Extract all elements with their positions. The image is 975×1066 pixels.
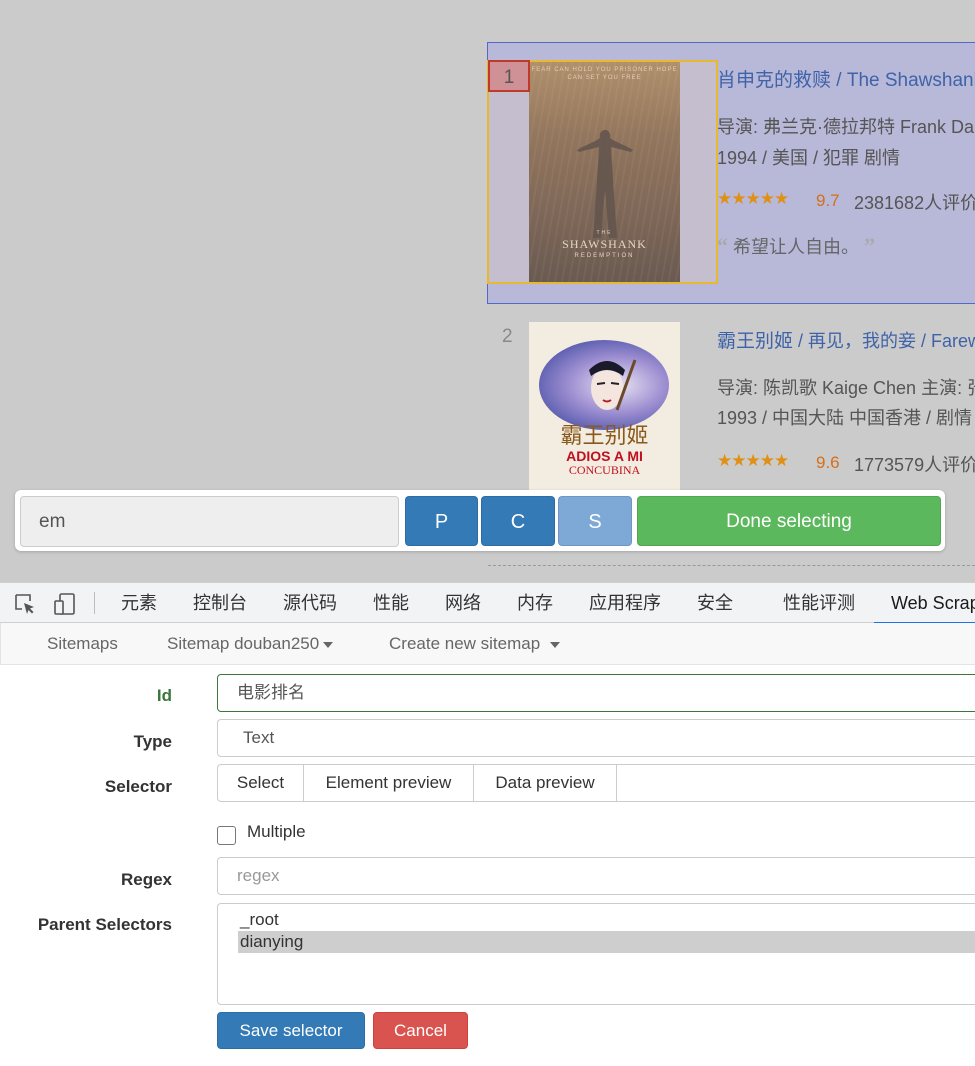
movie-title: 霸王别姬 (717, 331, 794, 352)
parent-selectors-multiselect[interactable]: _root dianying (217, 903, 975, 1005)
movie-info-line: 1994 / 美国 / 犯罪 剧情 (717, 148, 901, 168)
nav-create-label: Create new sitemap (389, 634, 541, 653)
device-toolbar-icon[interactable] (53, 592, 77, 616)
type-select[interactable]: Text (217, 719, 975, 757)
regex-input[interactable]: regex (217, 857, 975, 895)
regex-label: Regex (120, 870, 172, 889)
movie-title: 肖申克的救赎 (717, 70, 832, 91)
id-input[interactable]: 电影排名 (217, 674, 975, 712)
movie-rank: 2 (502, 326, 513, 347)
movie-alt-title: / 再见，我的妾 / Farewell (798, 331, 975, 351)
devtools-tab-bar: 元素 控制台 源代码 性能 网络 内存 应用程序 安全 性能评测 Web Scr… (0, 582, 975, 624)
selector-css-input[interactable]: em (20, 496, 399, 547)
tab-web-scraper[interactable]: Web Scraper (874, 583, 975, 624)
movie-votes: 1773579人评价 (854, 455, 975, 475)
tab-lighthouse[interactable]: 性能评测 (783, 583, 855, 623)
movie-score: 9.6 (816, 453, 840, 472)
sitemap-navbar: Sitemaps Sitemap douban250 Create new si… (0, 623, 975, 665)
movie-title-link[interactable]: 霸王别姬 / 再见，我的妾 / Farewell (717, 326, 975, 353)
element-preview-button[interactable]: Element preview (304, 765, 474, 801)
movie-alt-title: / The Shawshank (831, 70, 975, 91)
parent-selectors-label: Parent Selectors (37, 915, 172, 934)
tab-memory[interactable]: 内存 (517, 583, 553, 623)
tab-performance[interactable]: 性能 (373, 583, 409, 623)
select-button[interactable]: Select (218, 765, 304, 801)
movie-quote: “ 希望让人自由。 ” (717, 233, 875, 259)
selector-button-group: Select Element preview Data preview (217, 764, 975, 802)
list-divider (488, 565, 975, 566)
selector-label: Selector (104, 777, 172, 796)
inspect-element-icon[interactable] (13, 592, 37, 616)
nav-create-sitemap-dropdown[interactable]: Create new sitemap (389, 623, 561, 665)
nav-sitemaps[interactable]: Sitemaps (47, 623, 118, 665)
poster-cn-title: 霸王别姬 (560, 424, 649, 449)
rating-stars-icon: ★★★★★ (717, 189, 789, 208)
movie-title-link[interactable]: 肖申克的救赎 / The Shawshank (717, 65, 975, 92)
movie-director-line: 导演: 弗兰克·德拉邦特 Frank Darabont (717, 117, 975, 137)
movie-score: 9.7 (816, 191, 840, 210)
save-selector-button[interactable]: Save selector (217, 1012, 365, 1049)
multiple-label: Multiple (247, 822, 306, 841)
movie-info-line: 1993 / 中国大陆 中国香港 / 剧情 (717, 408, 973, 428)
nav-sitemap-dropdown[interactable]: Sitemap douban250 (167, 623, 334, 665)
movie-director-line: 导演: 陈凯歌 Kaige Chen 主演: 张国荣 (717, 378, 975, 398)
tab-security[interactable]: 安全 (697, 583, 733, 623)
multiple-checkbox[interactable] (217, 826, 236, 845)
shift-select-button[interactable]: S (558, 496, 632, 546)
movie-quote-text: 希望让人自由。 (733, 237, 860, 257)
tab-console[interactable]: 控制台 (193, 583, 247, 623)
movie-rank: 1 (488, 60, 530, 92)
data-preview-button[interactable]: Data preview (474, 765, 617, 801)
tab-application[interactable]: 应用程序 (589, 583, 661, 623)
movie-poster-farewell[interactable]: 霸王别姬 ADIOS A MI CONCUBINA (529, 322, 680, 502)
toolbar-separator (94, 592, 95, 614)
quote-close-icon: ” (864, 233, 876, 258)
tab-elements[interactable]: 元素 (121, 583, 157, 623)
select-child-button[interactable]: C (481, 496, 555, 546)
parent-option-root[interactable]: _root (238, 909, 975, 931)
cancel-button[interactable]: Cancel (373, 1012, 468, 1049)
type-label: Type (133, 732, 172, 751)
poster-face-icon (589, 359, 637, 411)
rating-stars-icon: ★★★★★ (717, 451, 789, 470)
tab-sources[interactable]: 源代码 (283, 583, 337, 623)
id-label: Id (156, 686, 172, 705)
poster-en-title-1: ADIOS A MI (566, 448, 643, 464)
selection-toolbar: em P C S Done selecting (15, 490, 945, 551)
select-parent-button[interactable]: P (405, 496, 478, 546)
movie-votes: 2381682人评价 (854, 193, 975, 213)
chevron-down-icon (550, 641, 561, 648)
nav-sitemap-label: Sitemap douban250 (167, 634, 320, 653)
tab-network[interactable]: 网络 (445, 583, 481, 623)
done-selecting-button[interactable]: Done selecting (637, 496, 941, 546)
poster-en-title-2: CONCUBINA (568, 463, 641, 477)
selected-element-highlight (487, 60, 718, 284)
chevron-down-icon (323, 641, 334, 648)
parent-option-dianying[interactable]: dianying (238, 931, 975, 953)
quote-open-icon: “ (717, 233, 728, 258)
